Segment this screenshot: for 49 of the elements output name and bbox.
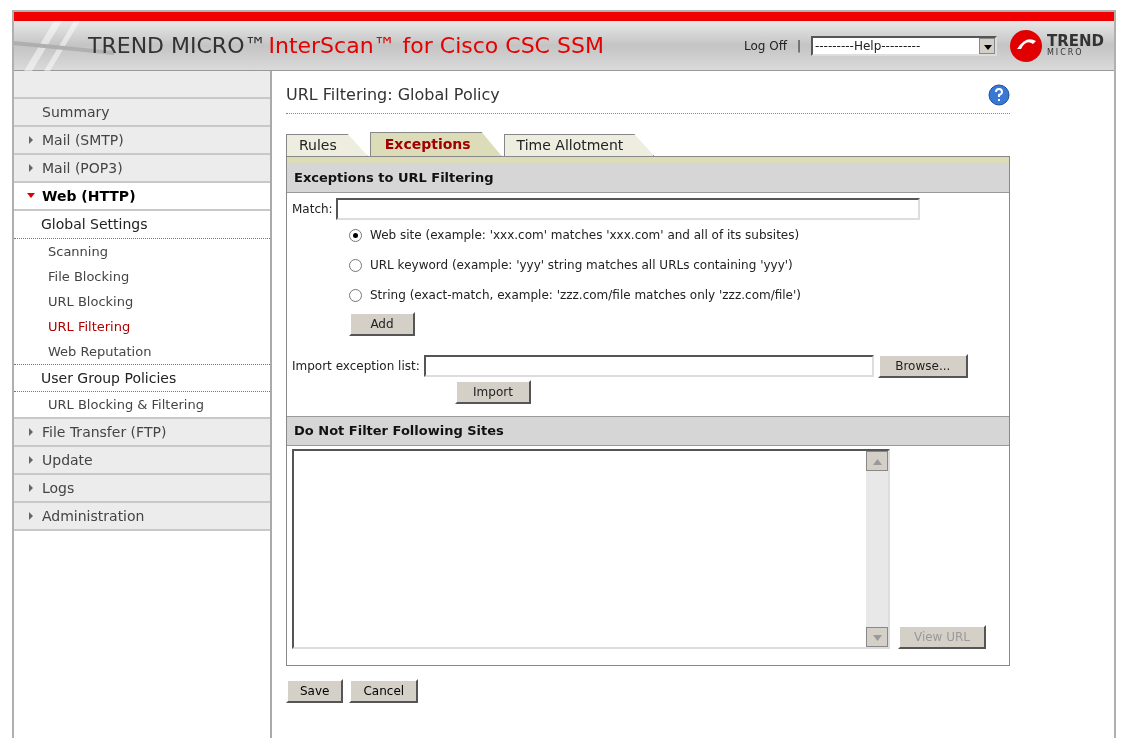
sidebar-item[interactable]: File Transfer (FTP): [14, 419, 270, 447]
sidebar-item[interactable]: Logs: [14, 475, 270, 503]
radio-button[interactable]: [349, 288, 362, 302]
page-title: URL Filtering: Global Policy: [286, 84, 500, 106]
radio-label: URL keyword (example: 'yyy' string matches all URLs containing 'yyy'): [370, 257, 793, 274]
log-off-link[interactable]: Log Off: [743, 36, 787, 55]
help-icon[interactable]: [988, 84, 1010, 106]
action-button[interactable]: Save: [286, 679, 344, 703]
import-label: Import exception list:: [292, 358, 420, 375]
sidebar-subitem[interactable]: Scanning: [14, 239, 270, 264]
action-button[interactable]: Cancel: [349, 679, 419, 703]
add-button[interactable]: Add: [349, 312, 415, 336]
scroll-down-icon[interactable]: [866, 627, 888, 647]
section-title: Exceptions to URL Filtering: [294, 168, 494, 187]
sidebar-item[interactable]: Mail (POP3): [14, 155, 270, 183]
sidebar-item[interactable]: Summary: [14, 99, 270, 127]
logo-icon: [1008, 28, 1043, 63]
sidebar-subitem[interactable]: File Blocking: [14, 264, 270, 289]
sidebar-item[interactable]: Administration: [14, 503, 270, 531]
scroll-up-icon[interactable]: [866, 451, 888, 471]
sidebar-subitem[interactable]: Web Reputation: [14, 339, 270, 364]
section-title: Do Not Filter Following Sites: [294, 422, 504, 441]
radio-label: String (exact-match, example: 'zzz.com/file matches only 'zzz.com/file'): [370, 287, 801, 304]
help-dropdown[interactable]: ---------Help---------: [810, 35, 997, 56]
match-field[interactable]: [335, 198, 920, 220]
radio-label: Web site (example: 'xxx.com' matches 'xxx.com' and all of its subsites): [370, 227, 800, 244]
match-label: Match:: [292, 201, 333, 218]
sidebar-item[interactable]: Update: [14, 447, 270, 475]
logo-subtext: MICRO: [1046, 49, 1085, 57]
import-field[interactable]: [423, 355, 874, 377]
import-button[interactable]: Import: [455, 380, 531, 404]
tab[interactable]: Rules: [286, 134, 368, 156]
browse-button[interactable]: Browse...: [877, 354, 968, 378]
sidebar-item[interactable]: Mail (SMTP): [14, 127, 270, 155]
sidebar-group[interactable]: User Group Policies: [14, 364, 270, 392]
product-name: InterScan™ for Cisco CSC SSM: [268, 32, 604, 60]
radio-button[interactable]: [349, 258, 362, 272]
sidebar-group[interactable]: Global Settings: [14, 211, 270, 239]
sidebar-subitem[interactable]: URL Blocking & Filtering: [14, 392, 270, 417]
logo-text: TREND: [1046, 34, 1104, 49]
tab[interactable]: Time Allotment: [503, 134, 655, 156]
caret-icon: [978, 37, 995, 54]
scrollbar[interactable]: [866, 451, 888, 647]
sidebar-subitem[interactable]: URL Blocking: [14, 289, 270, 314]
sidebar-subitem[interactable]: URL Filtering: [14, 314, 270, 339]
radio-button[interactable]: [349, 228, 362, 242]
tab[interactable]: Exceptions: [369, 132, 502, 156]
brand-name: TREND MICRO™: [88, 32, 267, 60]
separator: |: [796, 37, 801, 55]
